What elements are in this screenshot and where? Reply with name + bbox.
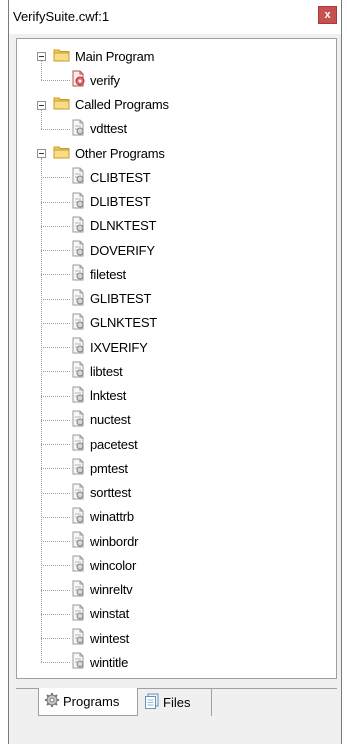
tree-item-label: libtest: [90, 363, 123, 379]
tree-item[interactable]: GLNKTEST: [70, 312, 157, 334]
tree-group-0[interactable]: Main Program: [53, 45, 154, 67]
tree-item-label: DLNKTEST: [90, 218, 157, 234]
tree-item[interactable]: wintitle: [70, 651, 128, 673]
tree-item-label: vdttest: [90, 121, 127, 137]
tree-group-1[interactable]: Called Programs: [53, 94, 169, 116]
folder-open-icon: [53, 96, 71, 113]
tab-programs-label: Programs: [63, 694, 120, 709]
program-file-icon: [70, 604, 86, 624]
program-file-icon: [70, 216, 86, 236]
tree-item-label: GLIBTEST: [90, 291, 152, 306]
tree-item[interactable]: nuctest: [70, 409, 131, 431]
program-file-icon: [70, 289, 86, 309]
tree-item-label: verify: [90, 72, 120, 88]
tree-item[interactable]: filetest: [70, 263, 126, 285]
tree-item-label: nuctest: [90, 412, 131, 428]
program-file-icon: [70, 580, 86, 600]
tree-group-label: Other Programs: [75, 145, 165, 161]
tree-item[interactable]: pacetest: [70, 433, 138, 455]
tab-files[interactable]: Files: [139, 688, 212, 716]
folder-open-icon: [53, 48, 71, 65]
tree-item-label: CLIBTEST: [90, 169, 151, 185]
program-file-icon: [70, 531, 86, 551]
tree-item[interactable]: DLIBTEST: [70, 191, 151, 213]
tree-item-label: winreltv: [90, 582, 133, 597]
tree-item-label: DLIBTEST: [90, 194, 151, 209]
tree-item-label: wintest: [90, 630, 130, 646]
tree-item-label: sorttest: [90, 485, 132, 500]
tree-item-label: pmtest: [90, 460, 128, 476]
program-file-red-icon: [70, 70, 86, 90]
program-file-icon: [70, 264, 86, 284]
collapse-toggle[interactable]: [37, 149, 46, 158]
tree-group-label: Main Program: [75, 48, 155, 64]
program-tree[interactable]: Main Program verify Called Programs vdttest…: [16, 38, 337, 679]
tree-item[interactable]: winattrb: [70, 506, 134, 528]
tab-bar: Programs Files: [16, 686, 337, 732]
tree-item-label: lnktest: [90, 388, 127, 403]
tree-item-label: wincolor: [90, 557, 137, 573]
tree-item-label: pacetest: [90, 436, 138, 452]
program-file-icon: [70, 458, 86, 478]
tree-item[interactable]: wintest: [70, 627, 129, 649]
tree-item[interactable]: verify: [70, 69, 120, 91]
tree-item-label: filetest: [90, 266, 126, 282]
tree-item[interactable]: winreltv: [70, 579, 133, 601]
program-file-icon: [70, 119, 86, 139]
program-file-icon: [70, 167, 86, 187]
tree-group-2[interactable]: Other Programs: [53, 142, 165, 164]
program-file-icon: [70, 507, 86, 527]
tree-item[interactable]: lnktest: [70, 385, 126, 407]
folder-open-icon: [53, 145, 71, 162]
program-file-icon: [70, 434, 86, 454]
program-file-icon: [70, 410, 86, 430]
tab-files-label: Files: [163, 694, 191, 710]
program-file-icon: [70, 313, 86, 333]
tree-item-label: winattrb: [90, 509, 134, 525]
program-file-icon: [70, 628, 86, 648]
window-title: VerifySuite.cwf:1: [13, 9, 110, 24]
tree-item[interactable]: pmtest: [70, 457, 128, 479]
tab-programs[interactable]: Programs: [38, 688, 138, 716]
tree-item[interactable]: libtest: [70, 360, 123, 382]
tree-item-label: GLNKTEST: [90, 315, 158, 331]
tree-item[interactable]: DLNKTEST: [70, 215, 157, 237]
program-file-icon: [70, 483, 86, 503]
tree-item[interactable]: GLIBTEST: [70, 288, 151, 310]
tree-item[interactable]: IXVERIFY: [70, 336, 148, 358]
program-file-icon: [70, 386, 86, 406]
tree-item[interactable]: wincolor: [70, 554, 136, 576]
tree-item[interactable]: CLIBTEST: [70, 166, 151, 188]
program-file-icon: [70, 337, 86, 357]
tree-group-label: Called Programs: [75, 97, 169, 112]
gear-icon: [44, 692, 60, 711]
project-panel: VerifySuite.cwf:1 x Main Program verify Ca…: [8, 0, 342, 744]
tree-item[interactable]: DOVERIFY: [70, 239, 155, 261]
program-file-icon: [70, 192, 86, 212]
tree-item-label: winbordr: [90, 533, 139, 549]
tree-item-label: IXVERIFY: [90, 339, 148, 355]
collapse-toggle[interactable]: [37, 100, 46, 110]
program-file-icon: [70, 555, 86, 575]
tree-item[interactable]: winstat: [70, 603, 129, 625]
program-file-icon: [70, 361, 86, 381]
tree-item[interactable]: winbordr: [70, 530, 138, 552]
title-bar[interactable]: VerifySuite.cwf:1 x: [9, 0, 341, 34]
pages-icon: [144, 693, 160, 712]
collapse-toggle[interactable]: [37, 52, 46, 61]
close-button[interactable]: x: [318, 6, 337, 24]
program-file-icon: [70, 652, 86, 672]
tree-item-label: wintitle: [90, 654, 129, 670]
tree-item[interactable]: vdttest: [70, 118, 127, 140]
program-file-icon: [70, 240, 86, 260]
tree-item-label: DOVERIFY: [90, 242, 155, 258]
tree-item[interactable]: sorttest: [70, 482, 131, 504]
tree-item-label: winstat: [90, 606, 130, 622]
